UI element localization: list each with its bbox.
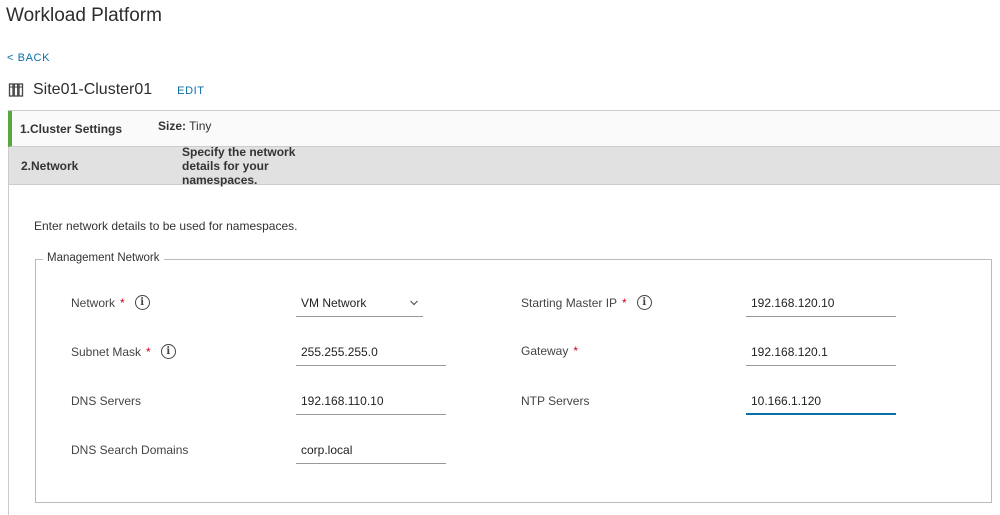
step-title: 2.Network <box>21 158 79 173</box>
gateway-input[interactable]: 192.168.120.1 <box>746 345 896 366</box>
step-summary: Size: Tiny <box>158 119 211 133</box>
page-title: Workload Platform <box>6 5 162 26</box>
cluster-icon <box>8 83 24 97</box>
ntp-servers-input[interactable]: 10.166.1.120 <box>746 394 896 415</box>
info-icon[interactable]: i <box>160 344 176 359</box>
subnet-mask-label: Subnet Mask * i <box>71 344 176 359</box>
dns-servers-label: DNS Servers <box>71 394 142 408</box>
cluster-name: Site01-Cluster01 <box>33 81 153 98</box>
info-icon[interactable]: i <box>636 295 652 310</box>
back-link[interactable]: < BACK <box>7 52 50 64</box>
fieldset-legend: Management Network <box>43 252 164 264</box>
stepper: 1.Cluster Settings Size: Tiny 2.Network … <box>8 110 1000 515</box>
required-marker: * <box>622 295 627 310</box>
starting-master-ip-label: Starting Master IP * i <box>521 295 652 310</box>
network-select-value: VM Network <box>301 296 367 310</box>
network-select[interactable]: VM Network <box>296 296 423 317</box>
network-label: Network * i <box>71 295 150 310</box>
dns-servers-input[interactable]: 192.168.110.10 <box>296 394 446 415</box>
dns-search-domains-label: DNS Search Domains <box>71 443 189 457</box>
step-description: Specify the network details for your nam… <box>182 144 296 187</box>
step-summary-value: Tiny <box>189 118 212 133</box>
network-step-body: Enter network details to be used for nam… <box>9 185 1000 515</box>
ntp-servers-label: NTP Servers <box>521 394 590 408</box>
gateway-label: Gateway * <box>521 344 579 358</box>
step-network[interactable]: 2.Network Specify the network details fo… <box>9 144 1000 187</box>
required-marker: * <box>573 344 579 358</box>
management-network-fieldset: Management Network Network * i VM Networ… <box>35 252 992 503</box>
required-marker: * <box>146 344 151 359</box>
chevron-down-icon <box>410 300 418 306</box>
subnet-mask-input[interactable]: 255.255.255.0 <box>296 345 446 366</box>
step-cluster-settings[interactable]: 1.Cluster Settings Size: Tiny <box>8 111 1000 147</box>
step-title: 1.Cluster Settings <box>20 121 123 136</box>
cluster-header: Site01-Cluster01 EDIT <box>8 79 205 101</box>
starting-master-ip-input[interactable]: 192.168.120.10 <box>746 296 896 317</box>
step-summary-key: Size: <box>158 118 187 133</box>
dns-search-domains-input[interactable]: corp.local <box>296 443 446 464</box>
required-marker: * <box>120 295 125 310</box>
intro-text: Enter network details to be used for nam… <box>34 219 298 233</box>
info-icon[interactable]: i <box>134 295 150 310</box>
edit-button[interactable]: EDIT <box>177 85 204 97</box>
